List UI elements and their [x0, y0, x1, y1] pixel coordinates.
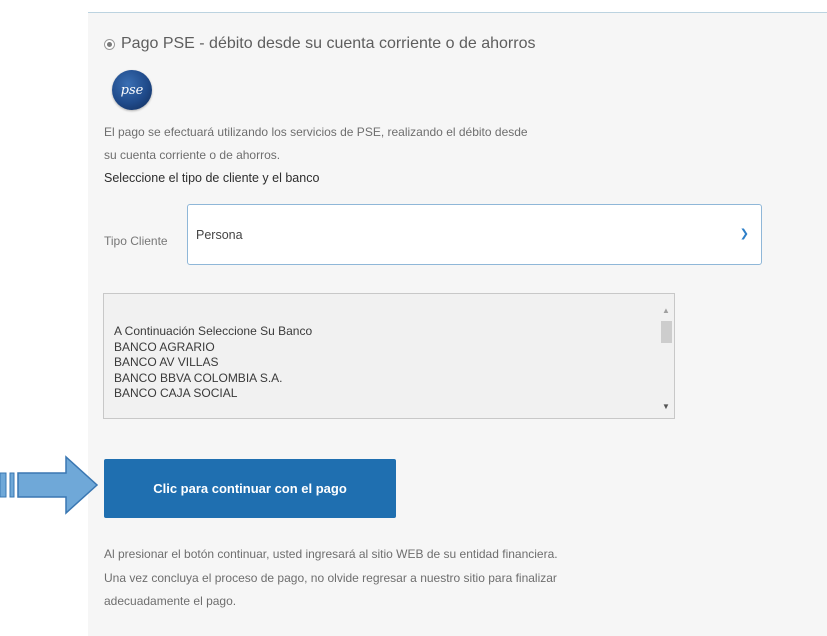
right-arrow-icon [0, 455, 99, 515]
bank-list-item[interactable]: A Continuación Seleccione Su Banco [114, 324, 312, 340]
pse-option[interactable]: Pago PSE - débito desde su cuenta corrie… [104, 35, 535, 53]
bank-list-scrollbar[interactable]: ▲ ▼ [658, 294, 674, 418]
footer-note: Al presionar el botón continuar, usted i… [104, 543, 744, 614]
pse-description-line1: El pago se efectuará utilizando los serv… [104, 125, 528, 139]
bank-items: A Continuación Seleccione Su Banco BANCO… [114, 324, 312, 402]
scroll-down-arrow-icon[interactable]: ▼ [662, 402, 670, 411]
scroll-thumb[interactable] [661, 321, 672, 343]
pse-description: El pago se efectuará utilizando los serv… [104, 121, 664, 167]
arrow-stripe [0, 472, 7, 498]
pse-radio[interactable] [104, 38, 115, 50]
pse-logo: pse [112, 70, 152, 110]
pse-description-line2: su cuenta corriente o de ahorros. [104, 148, 281, 162]
bank-list-item[interactable]: BANCO AGRARIO [114, 340, 312, 356]
tipo-cliente-select[interactable]: Persona ❯ [187, 204, 762, 265]
radio-selected-dot [107, 41, 112, 47]
tipo-cliente-label: Tipo Cliente [104, 234, 168, 248]
arrow-body [17, 455, 99, 515]
continue-payment-button[interactable]: Clic para continuar con el pago [104, 459, 396, 518]
pse-logo-text: pse [120, 82, 144, 98]
tipo-cliente-value: Persona [196, 228, 243, 242]
pse-option-label[interactable]: Pago PSE - débito desde su cuenta corrie… [121, 35, 535, 53]
arrow-stripe [9, 472, 15, 498]
footer-line2: Una vez concluya el proceso de pago, no … [104, 570, 557, 585]
scroll-up-arrow-icon[interactable]: ▲ [662, 306, 670, 315]
bank-list-item[interactable]: BANCO AV VILLAS [114, 355, 312, 371]
chevron-down-icon: ❯ [739, 228, 749, 240]
bank-list-item[interactable]: BANCO BBVA COLOMBIA S.A. [114, 371, 312, 387]
footer-line1: Al presionar el botón continuar, usted i… [104, 547, 558, 561]
bank-listbox[interactable]: A Continuación Seleccione Su Banco BANCO… [103, 293, 675, 419]
footer-line3: adecuadamente el pago. [104, 594, 237, 608]
select-client-bank-title: Seleccione el tipo de cliente y el banco [104, 171, 320, 185]
bank-list-item[interactable]: BANCO CAJA SOCIAL [114, 386, 312, 402]
